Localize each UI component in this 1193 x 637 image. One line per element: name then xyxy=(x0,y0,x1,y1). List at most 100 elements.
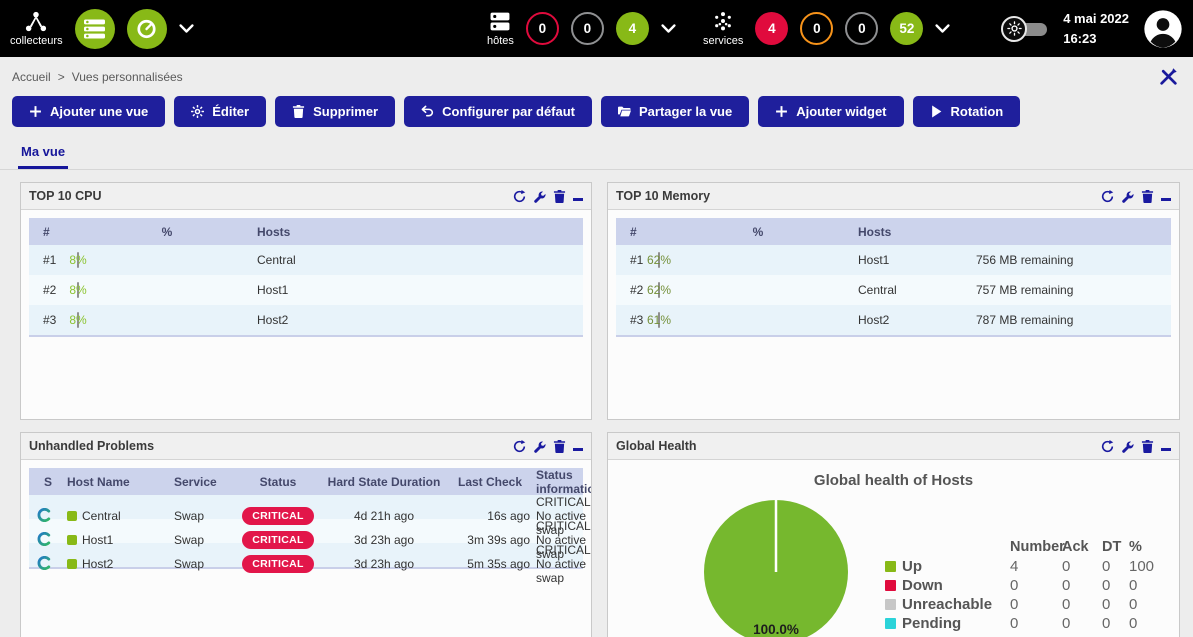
health-widget-title: Global Health xyxy=(616,439,697,453)
delete-view-button[interactable]: Supprimer xyxy=(275,96,395,127)
clock: 4 mai 2022 16:23 xyxy=(1063,9,1129,48)
memory-remaining: 787 MB remaining xyxy=(976,313,1171,327)
add-view-button[interactable]: Ajouter une vue xyxy=(12,96,165,127)
problem-status-info: CRITICAL: No active swap xyxy=(536,543,592,585)
wrench-icon[interactable] xyxy=(533,440,546,453)
services-unknown-counter[interactable]: 0 xyxy=(845,12,878,45)
set-default-label: Configurer par défaut xyxy=(442,104,575,119)
minimize-icon[interactable] xyxy=(573,442,583,451)
cpu-row: #1 8% Central xyxy=(29,245,583,275)
memory-usage-bar: 61% xyxy=(658,312,660,328)
minimize-icon[interactable] xyxy=(1161,442,1171,451)
hosts-down-counter[interactable]: 0 xyxy=(526,12,559,45)
wrench-icon[interactable] xyxy=(1121,440,1134,453)
problem-service: Swap xyxy=(174,533,232,547)
tab-ma-vue[interactable]: Ma vue xyxy=(18,139,68,169)
hosts-unreachable-counter[interactable]: 0 xyxy=(571,12,604,45)
legend-col-number: Number xyxy=(1010,538,1062,557)
plus-icon xyxy=(29,105,42,118)
trash-icon[interactable] xyxy=(553,440,566,453)
clock-time: 16:23 xyxy=(1063,29,1129,49)
refresh-icon[interactable] xyxy=(513,440,526,453)
legend-row-unreachable: Unreachable 0 0 0 0 xyxy=(885,595,1173,614)
add-widget-button[interactable]: Ajouter widget xyxy=(758,96,903,127)
services-menu[interactable]: services xyxy=(703,11,743,47)
poller-stats-button[interactable] xyxy=(127,9,167,49)
memory-row: #2 62% Central 757 MB remaining xyxy=(616,275,1171,305)
services-chevron-down-icon[interactable] xyxy=(935,24,950,33)
page-tools-icon[interactable] xyxy=(1158,66,1179,87)
minimize-icon[interactable] xyxy=(573,192,583,201)
cpu-usage-bar: 8% xyxy=(77,282,79,298)
problems-table: S Host Name Service Status Hard State Du… xyxy=(29,468,583,569)
trash-icon[interactable] xyxy=(553,190,566,203)
legend-col-pct: % xyxy=(1129,538,1173,557)
trash-icon xyxy=(292,105,305,118)
breadcrumb-current-link[interactable]: Vues personnalisées xyxy=(72,70,183,84)
problem-host-name: Host2 xyxy=(82,557,113,571)
hosts-menu[interactable]: hôtes xyxy=(487,11,514,47)
minimize-icon[interactable] xyxy=(1161,192,1171,201)
view-tabs: Ma vue xyxy=(0,139,1193,170)
refresh-icon[interactable] xyxy=(1101,440,1114,453)
centreon-service-icon[interactable] xyxy=(37,508,51,522)
edit-view-button[interactable]: Éditer xyxy=(174,96,266,127)
refresh-icon[interactable] xyxy=(513,190,526,203)
pollers-menu[interactable]: collecteurs xyxy=(10,11,63,47)
problem-row: Central Swap CRITICAL 4d 21h ago 16s ago… xyxy=(29,495,583,519)
cpu-col-rank: # xyxy=(29,225,77,239)
cpu-host-name: Host1 xyxy=(257,283,583,297)
cpu-table: # % Hosts #1 8% Central #2 8% Host1 #3 8… xyxy=(29,218,583,337)
pollers-network-icon xyxy=(25,11,47,32)
pollers-chevron-down-icon[interactable] xyxy=(179,24,194,33)
hosts-up-counter[interactable]: 4 xyxy=(616,12,649,45)
pie-chart-title: Global health of Hosts xyxy=(616,472,1171,489)
user-avatar[interactable] xyxy=(1143,9,1183,49)
poller-list-button[interactable] xyxy=(75,9,115,49)
memory-widget-header: TOP 10 Memory xyxy=(608,183,1179,210)
services-ok-counter[interactable]: 52 xyxy=(890,12,923,45)
wrench-icon[interactable] xyxy=(533,190,546,203)
cpu-usage-bar: 8% xyxy=(77,252,79,268)
share-view-button[interactable]: Partager la vue xyxy=(601,96,749,127)
pie-slice-label: 100.0% xyxy=(753,622,799,637)
problems-col-lastcheck: Last Check xyxy=(444,475,536,489)
widget-top10-cpu: TOP 10 CPU # % Hosts #1 8% Central xyxy=(20,182,592,420)
legend-dt: 0 xyxy=(1102,557,1129,576)
legend-row-down: Down 0 0 0 0 xyxy=(885,576,1173,595)
trash-icon[interactable] xyxy=(1141,440,1154,453)
breadcrumb-home-link[interactable]: Accueil xyxy=(12,70,51,84)
pollers-label: collecteurs xyxy=(10,35,63,47)
wrench-icon[interactable] xyxy=(1121,190,1134,203)
legend-percent: 0 xyxy=(1129,576,1173,595)
centreon-service-icon[interactable] xyxy=(37,532,51,546)
hosts-chevron-down-icon[interactable] xyxy=(661,24,676,33)
centreon-service-icon[interactable] xyxy=(37,556,51,570)
play-icon xyxy=(930,105,943,118)
unreachable-color-swatch xyxy=(885,599,896,610)
delete-view-label: Supprimer xyxy=(313,104,378,119)
set-default-button[interactable]: Configurer par défaut xyxy=(404,96,592,127)
services-warning-counter[interactable]: 0 xyxy=(800,12,833,45)
cpu-widget-body: # % Hosts #1 8% Central #2 8% Host1 #3 8… xyxy=(21,210,591,419)
trash-icon[interactable] xyxy=(1141,190,1154,203)
host-up-status-square xyxy=(67,559,77,569)
problems-col-duration: Hard State Duration xyxy=(324,475,444,489)
refresh-icon[interactable] xyxy=(1101,190,1114,203)
problem-service: Swap xyxy=(174,557,232,571)
theme-toggle[interactable] xyxy=(1001,15,1049,43)
legend-label: Unreachable xyxy=(902,595,1010,614)
gear-icon xyxy=(191,105,204,118)
cpu-usage-bar: 8% xyxy=(77,312,79,328)
rotation-button[interactable]: Rotation xyxy=(913,96,1021,127)
folder-icon xyxy=(618,105,631,118)
health-widget-header: Global Health xyxy=(608,433,1179,460)
services-critical-counter[interactable]: 4 xyxy=(755,12,788,45)
hosts-health-pie-chart: 100.0% xyxy=(696,488,856,637)
cpu-host-name: Central xyxy=(257,253,583,267)
memory-col-rank: # xyxy=(616,225,658,239)
memory-widget-title: TOP 10 Memory xyxy=(616,189,710,203)
problems-widget-body: S Host Name Service Status Hard State Du… xyxy=(21,460,591,637)
problems-col-info: Status information xyxy=(536,468,592,496)
legend-percent: 0 xyxy=(1129,595,1173,614)
